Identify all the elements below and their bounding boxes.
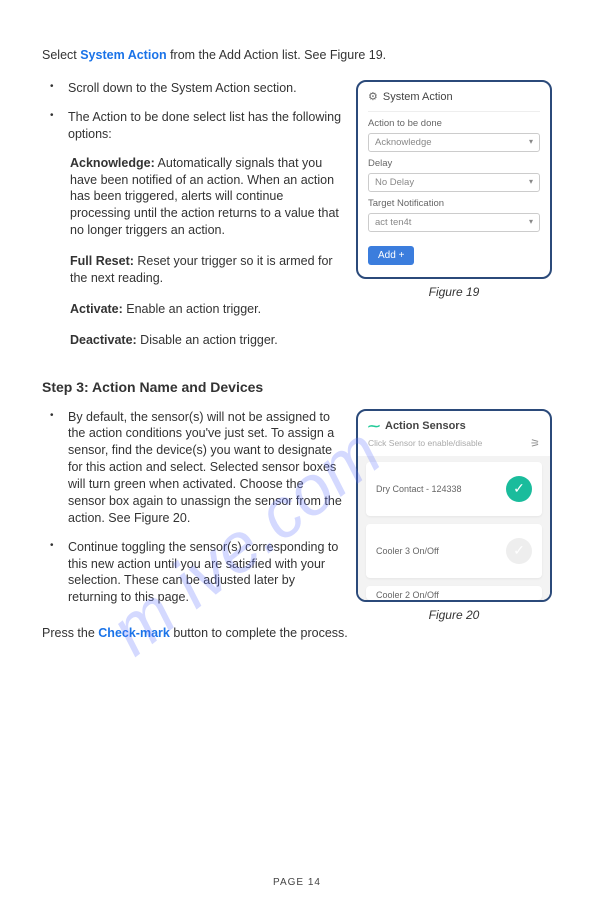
- select-action[interactable]: Acknowledge: [368, 133, 540, 152]
- intro-pre: Select: [42, 48, 80, 62]
- filter-icon[interactable]: ⚞: [530, 437, 540, 450]
- select-target[interactable]: act ten4t: [368, 213, 540, 232]
- card2-sub: Click Sensor to enable/disable: [368, 438, 482, 448]
- card2-title: ⁓ Action Sensors: [358, 411, 550, 437]
- intro-line: Select System Action from the Add Action…: [42, 48, 552, 62]
- option-acknowledge: Acknowledge: Automatically signals that …: [42, 155, 342, 239]
- bullet-toggle: Continue toggling the sensor(s) correspo…: [50, 539, 342, 607]
- sensor-label: Dry Contact - 124338: [376, 484, 462, 494]
- figure-20-caption: Figure 20: [356, 608, 552, 622]
- intro-post: from the Add Action list. See Figure 19.: [167, 48, 387, 62]
- page-number: PAGE 14: [0, 877, 594, 888]
- select-delay[interactable]: No Delay: [368, 173, 540, 192]
- press-pre: Press the: [42, 626, 98, 640]
- card2-title-text: Action Sensors: [385, 420, 466, 432]
- check-mark-link: Check-mark: [98, 626, 170, 640]
- step-3-heading: Step 3: Action Name and Devices: [42, 379, 552, 395]
- sensor-item-3[interactable]: Cooler 2 On/Off: [366, 586, 542, 600]
- sensor-item-1[interactable]: Dry Contact - 124338 ✓: [366, 462, 542, 516]
- option-full-reset: Full Reset: Reset your trigger so it is …: [42, 253, 342, 287]
- bullet-scroll: Scroll down to the System Action section…: [50, 80, 342, 97]
- option-activate: Activate: Enable an action trigger.: [42, 301, 342, 318]
- card-title-text: System Action: [383, 91, 453, 103]
- system-action-link: System Action: [80, 48, 166, 62]
- label-target: Target Notification: [368, 198, 540, 209]
- figure-19-card: ⚙ System Action Action to be done Acknow…: [356, 80, 552, 279]
- left-column: Scroll down to the System Action section…: [42, 80, 342, 363]
- sensor-label: Cooler 2 On/Off: [376, 590, 439, 600]
- bullet-options: The Action to be done select list has th…: [50, 109, 342, 143]
- card-title: ⚙ System Action: [368, 90, 540, 103]
- label-action: Action to be done: [368, 118, 540, 129]
- figure-19-caption: Figure 19: [356, 285, 552, 299]
- label-delay: Delay: [368, 158, 540, 169]
- divider: [368, 111, 540, 112]
- add-button[interactable]: Add: [368, 246, 414, 265]
- check-icon: ✓: [506, 538, 532, 564]
- gear-icon: ⚙: [368, 90, 378, 103]
- sensor-item-2[interactable]: Cooler 3 On/Off ✓: [366, 524, 542, 578]
- press-post: button to complete the process.: [170, 626, 348, 640]
- figure-20-card: ⁓ Action Sensors Click Sensor to enable/…: [356, 409, 552, 602]
- left-column-2: By default, the sensor(s) will not be as…: [42, 409, 342, 622]
- bullet-assign: By default, the sensor(s) will not be as…: [50, 409, 342, 527]
- check-icon: ✓: [506, 476, 532, 502]
- press-line: Press the Check-mark button to complete …: [42, 626, 552, 640]
- option-deactivate: Deactivate: Disable an action trigger.: [42, 332, 342, 349]
- pulse-icon: ⁓: [368, 419, 380, 433]
- sensor-label: Cooler 3 On/Off: [376, 546, 439, 556]
- sensor-list: Dry Contact - 124338 ✓ Cooler 3 On/Off ✓…: [358, 456, 550, 600]
